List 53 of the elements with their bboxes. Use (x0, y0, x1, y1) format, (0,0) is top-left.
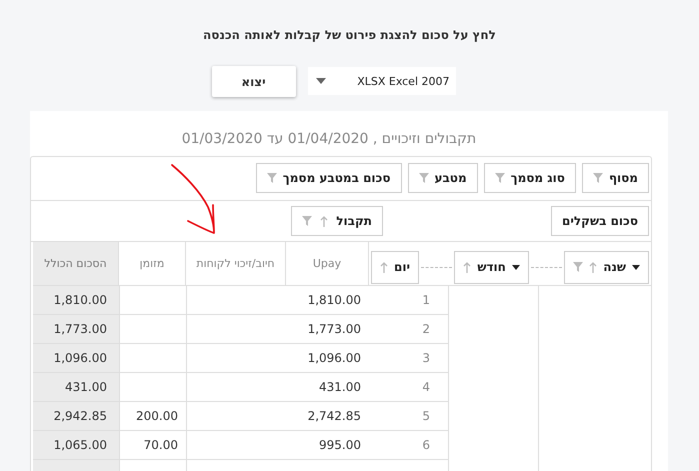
filter-icon[interactable] (418, 173, 428, 183)
filter-field-chip[interactable]: מטבע (408, 163, 478, 193)
row-field-chip[interactable]: יום (370, 250, 419, 284)
format-dropdown[interactable]: XLSX Excel 2007 (308, 67, 456, 95)
sort-arrow-icon[interactable] (589, 262, 598, 272)
table-cell[interactable] (186, 315, 286, 344)
table-cell[interactable]: 2,742.85 (286, 402, 369, 431)
table-cell[interactable]: 1,810.00 (286, 286, 369, 315)
sort-arrow-icon[interactable] (380, 262, 388, 272)
filter-icon[interactable] (266, 173, 277, 183)
caret-icon[interactable] (632, 264, 640, 270)
column-header[interactable]: הסכום הכולל (33, 242, 119, 286)
instruction-text: לחץ על סכום להצגת פירוט של קבלות לאותה הכנסה (202, 27, 497, 44)
day-number: 4 (422, 380, 430, 394)
filter-field-chip[interactable]: מסוף (582, 163, 649, 193)
table-cell[interactable] (186, 373, 286, 402)
column-header[interactable]: חיוב/זיכוי לקוחות (186, 242, 286, 286)
caret-icon (316, 78, 326, 84)
sort-arrow-icon[interactable] (463, 262, 472, 272)
day-number: 1 (422, 293, 430, 307)
filter-field-chip[interactable]: סוג מסמך (484, 163, 576, 193)
table-cell[interactable]: 1,773.00 (286, 315, 369, 344)
filter-icon[interactable] (573, 262, 584, 272)
table-cell[interactable]: 1,773.00 (33, 315, 119, 344)
table-cell[interactable]: 431.00 (33, 373, 119, 402)
caret-icon[interactable] (512, 264, 520, 270)
day-number: 2 (422, 322, 430, 336)
table-cell[interactable]: 431.00 (286, 373, 369, 402)
filter-icon[interactable] (302, 216, 312, 226)
table-cell[interactable] (186, 286, 286, 315)
export-button[interactable]: יצוא (212, 66, 296, 97)
column-header[interactable]: Upay (286, 242, 369, 286)
filter-field-chip[interactable]: סכום במטבע מסמך (256, 163, 402, 193)
data-field-chip[interactable]: סכום בשקלים (550, 206, 649, 236)
day-number: 3 (422, 351, 430, 365)
table-cell[interactable]: 995.00 (286, 431, 369, 460)
sort-arrow-icon[interactable] (320, 216, 328, 226)
day-number: 5 (422, 409, 430, 423)
table-cell[interactable]: 1,065.00 (33, 431, 119, 460)
table-cell[interactable] (186, 344, 286, 373)
filter-icon[interactable] (494, 173, 505, 183)
day-number: 6 (422, 438, 430, 452)
row-field-chip[interactable]: חודש (454, 250, 529, 284)
table-cell[interactable] (186, 402, 286, 431)
table-cell[interactable]: 1,096.00 (33, 344, 119, 373)
report-title: תקבולים וזיכויים , 01/04/2020 עד 01/03/2020 (180, 130, 478, 149)
row-field-chip[interactable]: שנה (564, 250, 649, 284)
table-cell[interactable]: 1,096.00 (286, 344, 369, 373)
column-field-chip[interactable]: תקבול (290, 206, 383, 236)
table-cell[interactable] (186, 431, 286, 460)
table-cell[interactable]: 1,810.00 (33, 286, 119, 315)
filter-icon[interactable] (592, 173, 603, 183)
table-cell[interactable]: 2,942.85 (33, 402, 119, 431)
